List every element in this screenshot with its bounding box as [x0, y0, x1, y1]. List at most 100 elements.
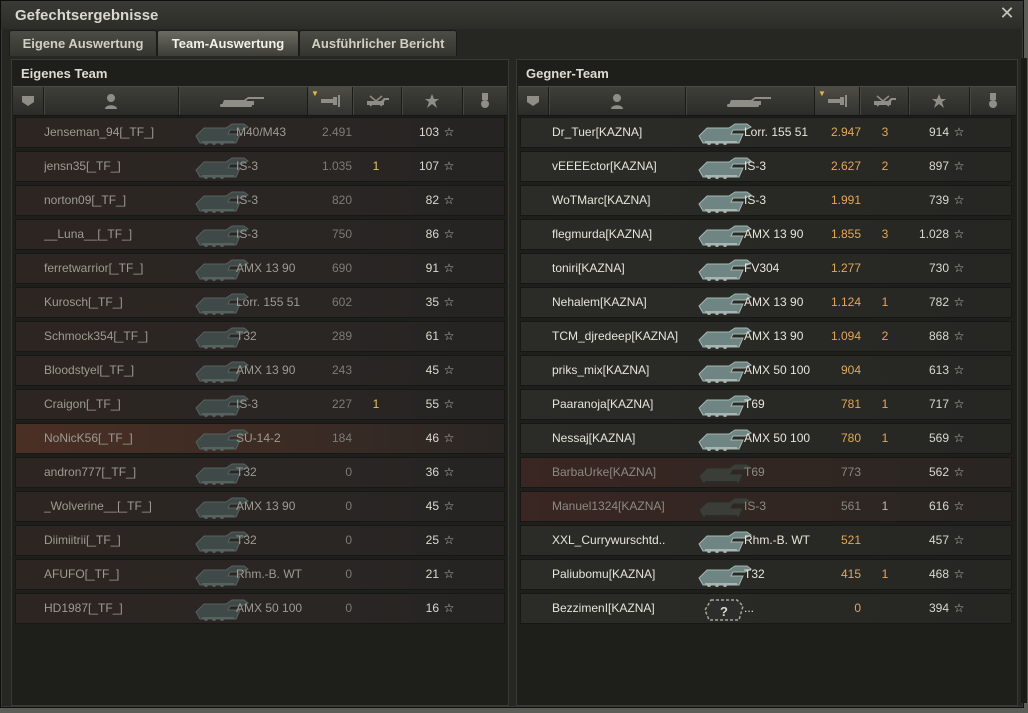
table-row[interactable]: Manuel1324[KAZNA] IS-3 561 1 616 ☆ — [520, 491, 1012, 522]
table-row[interactable]: BarbaUrke[KAZNA] T69 773 562 ☆ — [520, 457, 1012, 488]
table-row[interactable]: NoNicK56[_TF_] SU-14-2 184 46 ☆ — [15, 423, 505, 454]
xp-star-icon: ☆ — [443, 397, 455, 411]
xp-value: 897 — [928, 159, 949, 173]
kills-value — [366, 322, 386, 351]
xp-star-icon: ☆ — [443, 227, 455, 241]
xp-value: 107 — [418, 159, 439, 173]
player-name: Diimiitrii[_TF_] — [44, 533, 121, 547]
player-icon[interactable] — [44, 87, 179, 115]
player-name: Paaranoja[KAZNA] — [552, 397, 654, 411]
tank-icon[interactable] — [179, 87, 308, 115]
xp-star-icon[interactable] — [909, 87, 970, 115]
xp-value: 103 — [418, 125, 439, 139]
xp-value: 35 — [425, 295, 439, 309]
xp-star-icon: ☆ — [953, 193, 965, 207]
tank-name: Lorr. 155 51 — [744, 125, 809, 139]
table-row[interactable]: Craigon[_TF_] IS-3 227 1 55 ☆ — [15, 389, 505, 420]
table-row[interactable]: ferretwarrior[_TF_] AMX 13 90 690 91 ☆ — [15, 253, 505, 284]
kills-value — [366, 220, 386, 249]
tab-team-auswertung[interactable]: Team-Auswertung — [157, 30, 299, 56]
kills-value: 3 — [881, 125, 889, 139]
xp-star-icon[interactable] — [402, 87, 463, 115]
table-row[interactable]: andron777[_TF_] T32 0 36 ☆ — [15, 457, 505, 488]
damage-value: 1.277 — [830, 261, 861, 275]
xp-value: 55 — [425, 397, 439, 411]
kills-icon[interactable] — [353, 87, 402, 115]
tank-name: SU-14-2 — [236, 431, 281, 445]
table-row[interactable]: Nehalem[KAZNA] AMX 13 90 1.124 1 782 ☆ — [520, 287, 1012, 318]
tank-name: AMX 13 90 — [236, 261, 296, 275]
xp-star-icon: ☆ — [443, 533, 455, 547]
table-row[interactable]: jensn35[_TF_] IS-3 1.035 1 107 ☆ — [15, 151, 505, 182]
table-row[interactable]: Nessaj[KAZNA] AMX 50 100 780 1 569 ☆ — [520, 423, 1012, 454]
table-row[interactable]: Schmock354[_TF_] T32 289 61 ☆ — [15, 321, 505, 352]
table-row[interactable]: Paliubomu[KAZNA] T32 415 1 468 ☆ — [520, 559, 1012, 590]
table-row[interactable]: HD1987[_TF_] AMX 50 100 0 16 ☆ — [15, 593, 505, 624]
table-row[interactable]: Jenseman_94[_TF_] M40/M43 2.491 103 ☆ — [15, 117, 505, 148]
player-name: _Wolverine__[_TF_] — [44, 499, 152, 513]
rank-icon[interactable] — [518, 87, 549, 115]
xp-value: 16 — [425, 601, 439, 615]
xp-star-icon: ☆ — [953, 125, 965, 139]
tank-name: AMX 13 90 — [744, 227, 804, 241]
close-icon[interactable]: ✕ — [998, 4, 1016, 22]
kills-value — [875, 254, 895, 283]
xp-value: 468 — [928, 567, 949, 581]
xp-star-icon: ☆ — [443, 329, 455, 343]
kills-value — [366, 560, 386, 589]
kills-value — [875, 526, 895, 555]
player-icon[interactable] — [549, 87, 686, 115]
table-row[interactable]: Paaranoja[KAZNA] T69 781 1 717 ☆ — [520, 389, 1012, 420]
table-row[interactable]: norton09[_TF_] IS-3 820 82 ☆ — [15, 185, 505, 216]
kills-value: 1 — [372, 159, 380, 173]
damage-value: 602 — [331, 295, 352, 309]
table-row[interactable]: Bloodstyel[_TF_] AMX 13 90 243 45 ☆ — [15, 355, 505, 386]
tank-icon[interactable] — [686, 87, 815, 115]
player-name: TCM_djredeep[KAZNA] — [552, 329, 679, 343]
table-row[interactable]: flegmurda[KAZNA] AMX 13 90 1.855 3 1.028 ☆ — [520, 219, 1012, 250]
damage-value: 2.627 — [830, 159, 861, 173]
xp-star-icon: ☆ — [443, 431, 455, 445]
table-row[interactable]: BezzimenI[KAZNA]?... 0 394 ☆ — [520, 593, 1012, 624]
table-row[interactable]: XXL_Currywurschtd.. Rhm.-B. WT 521 457 ☆ — [520, 525, 1012, 556]
damage-value: 690 — [331, 261, 352, 275]
tab-eigene-auswertung[interactable]: Eigene Auswertung — [9, 30, 157, 56]
kills-value: 2 — [881, 159, 889, 173]
rank-icon[interactable] — [13, 87, 44, 115]
tank-name: T32 — [236, 465, 257, 479]
table-row[interactable]: priks_mix[KAZNA] AMX 50 100 904 613 ☆ — [520, 355, 1012, 386]
player-name: Jenseman_94[_TF_] — [44, 125, 155, 139]
damage-value: 904 — [840, 363, 861, 377]
xp-value: 717 — [928, 397, 949, 411]
kills-value: 2 — [881, 329, 889, 343]
medal-icon[interactable] — [463, 87, 507, 115]
window-edge — [1021, 58, 1027, 703]
tank-name: ... — [744, 601, 755, 615]
damage-icon[interactable]: ▼ — [308, 87, 353, 115]
table-row[interactable]: TCM_djredeep[KAZNA] AMX 13 90 1.094 2 868 ☆ — [520, 321, 1012, 352]
table-row[interactable]: AFUFO[_TF_] Rhm.-B. WT 0 21 ☆ — [15, 559, 505, 590]
xp-value: 616 — [928, 499, 949, 513]
tank-name: IS-3 — [236, 397, 259, 411]
tab-ausfuehrlicher-bericht[interactable]: Ausführlicher Bericht — [299, 30, 457, 56]
kills-icon[interactable] — [860, 87, 909, 115]
damage-icon[interactable]: ▼ — [815, 87, 860, 115]
table-row[interactable]: _Wolverine__[_TF_] AMX 13 90 0 45 ☆ — [15, 491, 505, 522]
table-row[interactable]: Dr_Tuer[KAZNA] Lorr. 155 51 2.947 3 914 ☆ — [520, 117, 1012, 148]
kills-value: 1 — [881, 431, 889, 445]
player-name: ferretwarrior[_TF_] — [44, 261, 144, 275]
table-row[interactable]: WoTMarc[KAZNA] IS-3 1.991 739 ☆ — [520, 185, 1012, 216]
table-row[interactable]: vEEEEctor[KAZNA] IS-3 2.627 2 897 ☆ — [520, 151, 1012, 182]
table-row[interactable]: Kurosch[_TF_] Lorr. 155 51 602 35 ☆ — [15, 287, 505, 318]
xp-value: 562 — [928, 465, 949, 479]
player-name: XXL_Currywurschtd.. — [552, 533, 666, 547]
window-title: Gefechtsergebnisse — [15, 7, 159, 24]
table-row[interactable]: toniri[KAZNA] FV304 1.277 730 ☆ — [520, 253, 1012, 284]
battle-results-window: Gefechtsergebnisse ✕ Eigene Auswertung T… — [0, 0, 1024, 708]
table-row[interactable]: Diimiitrii[_TF_] T32 0 25 ☆ — [15, 525, 505, 556]
damage-value: 227 — [331, 397, 352, 411]
medal-icon[interactable] — [970, 87, 1016, 115]
own-team-panel: Eigenes Team ▼ Jenseman_94[_TF_] M40/M43… — [11, 59, 509, 706]
kills-value: 1 — [372, 397, 380, 411]
table-row[interactable]: __Luna__[_TF_] IS-3 750 86 ☆ — [15, 219, 505, 250]
